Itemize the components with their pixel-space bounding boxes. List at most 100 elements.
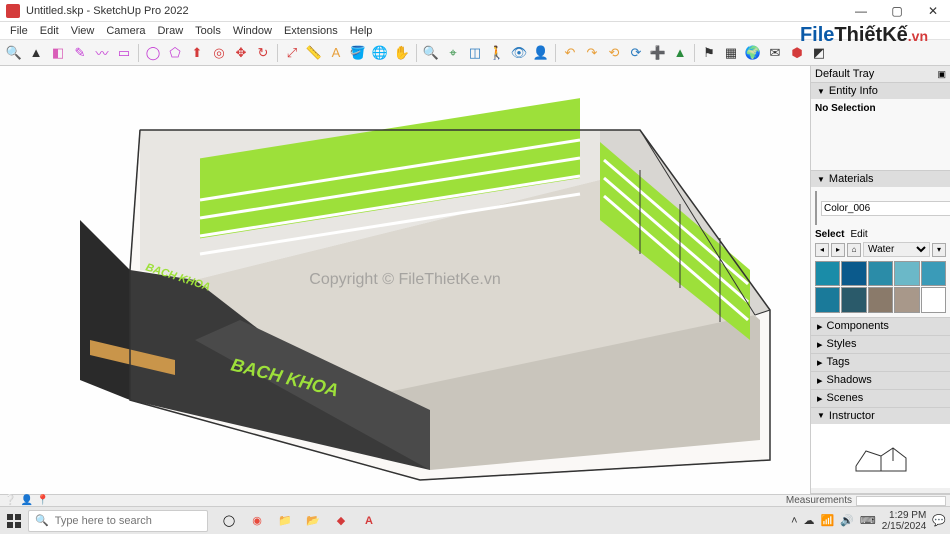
viewport-3d[interactable]: BACH KHOA BACH KHOA Copyright © FileThie… (0, 66, 810, 494)
section-icon[interactable]: ◫ (465, 43, 485, 63)
walk-icon[interactable]: 🚶 (487, 43, 507, 63)
menu-draw[interactable]: Draw (151, 25, 189, 37)
tray-onedrive-icon[interactable]: ☁ (804, 514, 815, 527)
material-swatch[interactable] (921, 287, 946, 312)
task-folder-icon[interactable]: 📂 (302, 510, 324, 532)
start-button[interactable] (4, 511, 24, 531)
tray-notifications-icon[interactable]: 💬 (932, 514, 946, 527)
tape-icon[interactable]: 📏 (304, 43, 324, 63)
menu-file[interactable]: File (4, 25, 34, 37)
home-icon[interactable]: ⌂ (847, 243, 861, 257)
offset-icon[interactable]: ◎ (209, 43, 229, 63)
select-icon[interactable]: ▲ (26, 43, 46, 63)
task-autocad-icon[interactable]: A (358, 510, 380, 532)
current-material-swatch[interactable] (815, 191, 817, 225)
menu-edit[interactable]: Edit (34, 25, 65, 37)
rectangle-icon[interactable]: ▭ (114, 43, 134, 63)
task-sketchup-icon[interactable]: ◆ (330, 510, 352, 532)
panel-shadows[interactable]: ▸Shadows (811, 372, 950, 390)
menu-help[interactable]: Help (344, 25, 379, 37)
materials-edit-tab[interactable]: Edit (850, 229, 867, 240)
tray-pin-icon[interactable]: ▣ (937, 69, 946, 80)
material-swatch[interactable] (894, 261, 919, 286)
tray-header[interactable]: Default Tray ▣ (811, 66, 950, 83)
pan-icon[interactable]: ✋ (392, 43, 412, 63)
prev-icon[interactable]: ⟲ (604, 43, 624, 63)
panel-components[interactable]: ▸Components (811, 318, 950, 336)
scale-icon[interactable]: ⤢ (282, 43, 302, 63)
materials-select-tab[interactable]: Select (815, 229, 844, 240)
mail-icon[interactable]: ✉ (765, 43, 785, 63)
circle-icon[interactable]: ◯ (143, 43, 163, 63)
panel-scenes[interactable]: ▸Scenes (811, 390, 950, 408)
menu-camera[interactable]: Camera (100, 25, 151, 37)
panel-instructor[interactable]: ▼Instructor (811, 408, 950, 424)
freehand-icon[interactable]: 〰 (92, 43, 112, 63)
material-swatch[interactable] (868, 287, 893, 312)
search-input[interactable] (55, 515, 201, 527)
text-icon[interactable]: A (326, 43, 346, 63)
tree-icon[interactable]: ▲ (670, 43, 690, 63)
tray-wifi-icon[interactable]: 📶 (821, 514, 835, 527)
menu-tools[interactable]: Tools (189, 25, 227, 37)
move-icon[interactable]: ✥ (231, 43, 251, 63)
position-icon[interactable]: 👁 (509, 43, 529, 63)
help-tip-icon[interactable]: ❔ (4, 495, 16, 506)
menu-extensions[interactable]: Extensions (278, 25, 344, 37)
task-chrome-icon[interactable]: ◉ (246, 510, 268, 532)
redo-icon[interactable]: ↷ (582, 43, 602, 63)
measurements-input[interactable] (856, 496, 946, 506)
search-icon[interactable]: 🔍 (4, 43, 24, 63)
zoom-extents-icon[interactable]: ⌖ (443, 43, 463, 63)
materials-category-select[interactable]: Water (863, 242, 930, 257)
material-swatch[interactable] (894, 287, 919, 312)
material-swatch[interactable] (841, 287, 866, 312)
pencil-icon[interactable]: ✎ (70, 43, 90, 63)
task-explorer-icon[interactable]: 📁 (274, 510, 296, 532)
panel-tags[interactable]: ▸Tags (811, 354, 950, 372)
zoom-icon[interactable]: 🔍 (421, 43, 441, 63)
material-swatch[interactable] (841, 261, 866, 286)
menu-view[interactable]: View (65, 25, 101, 37)
flag-icon[interactable]: ⚑ (699, 43, 719, 63)
panel-materials[interactable]: ▼ Materials (811, 171, 950, 187)
material-name-input[interactable] (821, 201, 950, 216)
tray-lang-icon[interactable]: ⌨ (860, 514, 876, 527)
toolbar: 🔍▲◧✎〰▭◯⬠⬆◎✥↻⤢📏A🪣🌐✋🔍⌖◫🚶👁👤↶↷⟲⟳➕▲⚑▦🌍✉⬢◩ (0, 40, 950, 66)
component-icon[interactable]: ◩ (809, 43, 829, 63)
rotate-icon[interactable]: ↻ (253, 43, 273, 63)
taskbar-search[interactable]: 🔍 (28, 510, 208, 532)
taskbar-clock[interactable]: 1:29 PM 2/15/2024 (882, 510, 927, 532)
menu-icon[interactable]: ▾ (932, 243, 946, 257)
material-swatch[interactable] (815, 261, 840, 286)
statusbar: ❔ 👤 📍 Measurements (0, 494, 950, 506)
pushpull-icon[interactable]: ⬆ (187, 43, 207, 63)
eraser-icon[interactable]: ◧ (48, 43, 68, 63)
material-swatch[interactable] (921, 261, 946, 286)
globe-icon[interactable]: 🌍 (743, 43, 763, 63)
material-swatch[interactable] (868, 261, 893, 286)
paint-icon[interactable]: 🪣 (348, 43, 368, 63)
close-button[interactable]: ✕ (922, 4, 944, 18)
person-hint-icon[interactable]: 👤 (20, 495, 32, 506)
polygon-icon[interactable]: ⬠ (165, 43, 185, 63)
grid-icon[interactable]: ▦ (721, 43, 741, 63)
material-swatch[interactable] (815, 287, 840, 312)
orbit-icon[interactable]: 🌐 (370, 43, 390, 63)
tray-chevron-icon[interactable]: ˄ (791, 515, 797, 527)
refresh-icon[interactable]: ⟳ (626, 43, 646, 63)
panel-styles[interactable]: ▸Styles (811, 336, 950, 354)
undo-icon[interactable]: ↶ (560, 43, 580, 63)
maximize-button[interactable]: ▢ (886, 4, 908, 18)
add-icon[interactable]: ➕ (648, 43, 668, 63)
geo-hint-icon[interactable]: 📍 (37, 495, 49, 506)
back-icon[interactable]: ◂ (815, 243, 829, 257)
panel-entity-info[interactable]: ▼ Entity Info (811, 83, 950, 99)
forward-icon[interactable]: ▸ (831, 243, 845, 257)
menu-window[interactable]: Window (227, 25, 278, 37)
minimize-button[interactable]: — (850, 4, 872, 18)
person-icon[interactable]: 👤 (531, 43, 551, 63)
task-cortana-icon[interactable]: ◯ (218, 510, 240, 532)
tray-volume-icon[interactable]: 🔊 (840, 514, 854, 527)
warehouse-icon[interactable]: ⬢ (787, 43, 807, 63)
